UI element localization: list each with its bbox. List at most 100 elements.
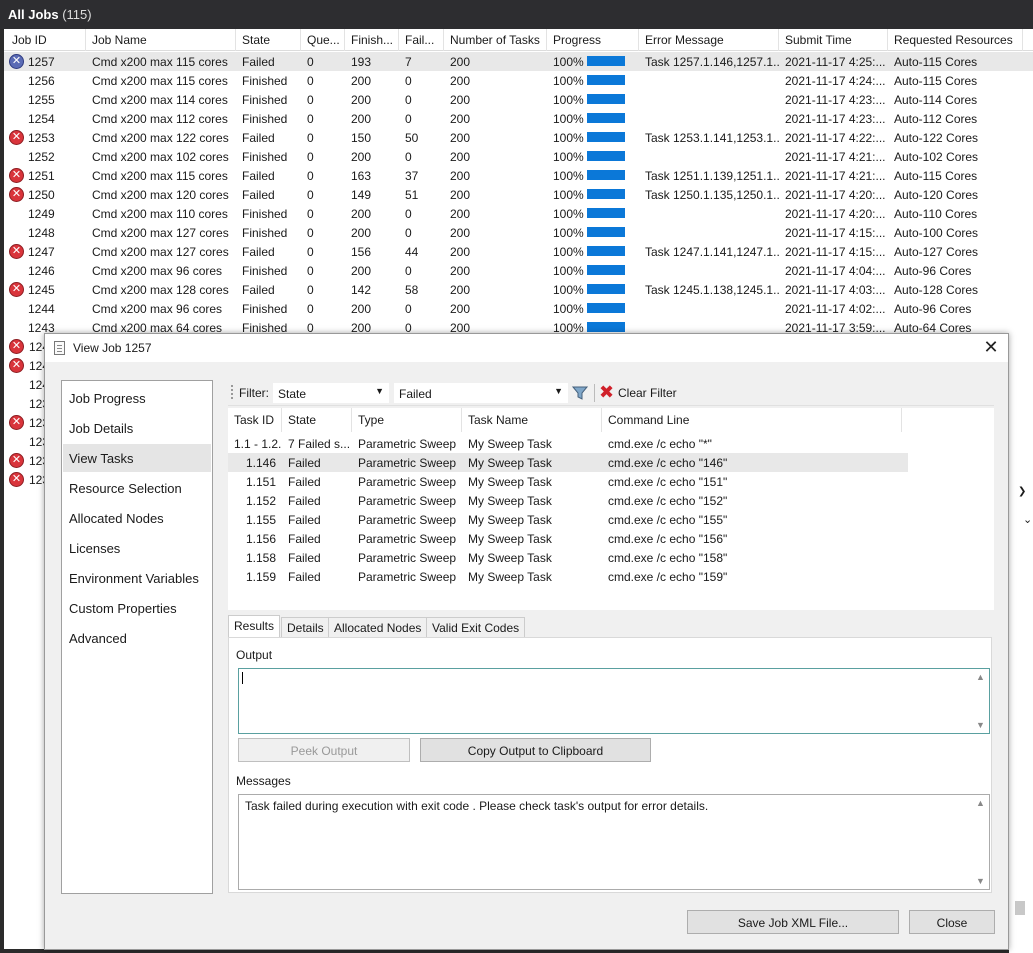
filter-field-value: State [278,387,307,401]
save-job-xml-button[interactable]: Save Job XML File... [687,910,899,934]
job-row[interactable]: 1255 Cmd x200 max 114 cores Finished 0 200 0 2… [4,90,1033,109]
tab-allocated-nodes[interactable]: Allocated Nodes [328,617,428,638]
clear-filter-label: Clear Filter [618,386,677,400]
peek-output-button[interactable]: Peek Output [238,738,410,762]
filter-field-select[interactable]: State ▼ [273,383,389,403]
job-row[interactable]: 1254 Cmd x200 max 112 cores Finished 0 200 0 2… [4,109,1033,128]
column-header[interactable]: Submit Time [779,29,888,51]
task-column-header[interactable]: Type [352,408,462,432]
filter-value-select[interactable]: Failed ▼ [394,383,568,403]
close-icon[interactable]: ✕ [982,337,1000,357]
scroll-up-icon[interactable]: ▲ [976,672,985,682]
nav-item-custom-properties[interactable]: Custom Properties [63,594,211,622]
job-cell-name: Cmd x200 max 128 cores [92,283,229,297]
funnel-icon[interactable] [571,384,589,402]
messages-scrollbar[interactable]: ▲ ▼ [974,796,988,888]
task-column-header[interactable]: Task ID [228,408,282,432]
job-row[interactable]: ✕ 1253 Cmd x200 max 122 cores Failed 0 150 50 2… [4,128,1033,147]
job-row[interactable]: 1248 Cmd x200 max 127 cores Finished 0 200 0 2… [4,223,1033,242]
task-cell-name: My Sweep Task [468,570,552,584]
close-button[interactable]: Close [909,910,995,934]
nav-item-environment-variables[interactable]: Environment Variables [63,564,211,592]
job-cell-progress: 100% [547,90,639,109]
job-row[interactable]: ✕ 1250 Cmd x200 max 120 cores Failed 0 149 51 2… [4,185,1033,204]
column-header[interactable]: Job Name [86,29,236,51]
job-cell-progress: 100% [547,52,639,71]
column-header[interactable]: Job ID [6,29,86,51]
job-cell-tasks: 200 [450,112,471,126]
job-row-partial[interactable]: ✕ 123 [4,413,49,432]
column-header[interactable]: Finish... [345,29,399,51]
tasks-list[interactable]: Task ID State Type Task Name Command Line 1.… [228,408,994,610]
job-row-partial[interactable]: 123 [4,432,49,451]
column-header[interactable]: Requested Resources [888,29,1023,51]
view-job-dialog: View Job 1257 ✕ Job Progress Job Details V… [44,333,1009,950]
column-header[interactable]: Fail... [399,29,444,51]
column-header[interactable]: Error Message [639,29,779,51]
job-cell-progress: 100% [547,109,639,128]
task-row[interactable]: 1.152 Failed Parametric Sweep My Sweep Task… [228,491,908,510]
scroll-thumb[interactable] [1015,901,1025,915]
job-row-partial[interactable]: ✕ 123 [4,470,49,489]
expand-icon[interactable]: ⌄ [1023,513,1032,526]
tab-results[interactable]: Results [228,615,281,639]
scroll-down-icon[interactable]: ▼ [976,876,985,886]
job-cell-error: Task 1251.1.139,1251.1.... [645,169,779,183]
job-row-partial[interactable]: ✕ 123 [4,451,49,470]
job-cell-name: Cmd x200 max 96 cores [92,264,223,278]
nav-item-job-progress[interactable]: Job Progress [63,384,211,412]
nav-item-view-tasks[interactable]: View Tasks [63,444,211,472]
scroll-down-icon[interactable]: ▼ [976,720,985,730]
task-row[interactable]: 1.159 Failed Parametric Sweep My Sweep Task… [228,567,908,586]
column-header[interactable]: Number of Tasks [444,29,547,51]
output-textbox[interactable]: ▲ ▼ [238,668,990,734]
nav-item-job-details[interactable]: Job Details [63,414,211,442]
job-row[interactable]: 1256 Cmd x200 max 115 cores Finished 0 200 0 2… [4,71,1033,90]
column-header[interactable]: Progress [547,29,639,51]
chevron-right-icon[interactable]: ❯ [1018,486,1026,497]
task-row[interactable]: 1.151 Failed Parametric Sweep My Sweep Task… [228,472,908,491]
tab-valid-exit-codes[interactable]: Valid Exit Codes [426,617,526,638]
column-header[interactable]: State [236,29,301,51]
job-row-partial[interactable]: ✕ 124 [4,356,49,375]
copy-output-button[interactable]: Copy Output to Clipboard [420,738,651,762]
job-cell-name: Cmd x200 max 114 cores [92,93,228,107]
output-scrollbar[interactable]: ▲ ▼ [974,670,988,732]
clear-filter-button[interactable]: ✖ Clear Filter [598,382,677,402]
task-column-header[interactable]: Command Line [602,408,902,432]
scroll-up-icon[interactable]: ▲ [976,798,985,808]
task-row[interactable]: 1.155 Failed Parametric Sweep My Sweep Task… [228,510,908,529]
task-row[interactable]: 1.1 - 1.2... 7 Failed s... Parametric Swee… [228,434,908,453]
task-column-header[interactable]: State [282,408,352,432]
task-column-header[interactable]: Task Name [462,408,602,432]
job-cell-progress: 100% [547,223,639,242]
task-row[interactable]: 1.156 Failed Parametric Sweep My Sweep Task… [228,529,908,548]
nav-item-resource-selection[interactable]: Resource Selection [63,474,211,502]
job-row[interactable]: 1244 Cmd x200 max 96 cores Finished 0 200 0 20… [4,299,1033,318]
job-cell-submit: 2021-11-17 4:25:... [785,55,886,69]
job-row[interactable]: ✕ 1247 Cmd x200 max 127 cores Failed 0 156 44 2… [4,242,1033,261]
job-row[interactable]: 1246 Cmd x200 max 96 cores Finished 0 200 0 20… [4,261,1033,280]
job-cell-tasks: 200 [450,226,471,240]
toolbar-separator [594,384,595,402]
job-cell-tasks: 200 [450,245,471,259]
job-row[interactable]: ✕ 1257 Cmd x200 max 115 cores Failed 0 193 7 20… [4,52,1033,71]
job-row[interactable]: 1249 Cmd x200 max 110 cores Finished 0 200 0 2… [4,204,1033,223]
job-row-partial[interactable]: 124 [4,375,49,394]
task-row[interactable]: 1.146 Failed Parametric Sweep My Sweep Task… [228,453,908,472]
job-row[interactable]: ✕ 1251 Cmd x200 max 115 cores Failed 0 163 37 2… [4,166,1033,185]
job-row-partial[interactable]: ✕ 124 [4,337,49,356]
nav-item-advanced[interactable]: Advanced [63,624,211,652]
messages-textbox[interactable]: Task failed during execution with exit c… [238,794,990,890]
job-cell-name: Cmd x200 max 115 cores [92,169,228,183]
nav-item-licenses[interactable]: Licenses [63,534,211,562]
job-cell-id: 1250 [28,188,55,202]
task-row[interactable]: 1.158 Failed Parametric Sweep My Sweep Task… [228,548,908,567]
job-row-partial[interactable]: 123 [4,394,49,413]
progress-bar [587,208,625,218]
tab-details[interactable]: Details [281,617,330,638]
column-header[interactable]: Que... [301,29,345,51]
job-row[interactable]: ✕ 1245 Cmd x200 max 128 cores Failed 0 142 58 2… [4,280,1033,299]
job-row[interactable]: 1252 Cmd x200 max 102 cores Finished 0 200 0 2… [4,147,1033,166]
nav-item-allocated-nodes[interactable]: Allocated Nodes [63,504,211,532]
